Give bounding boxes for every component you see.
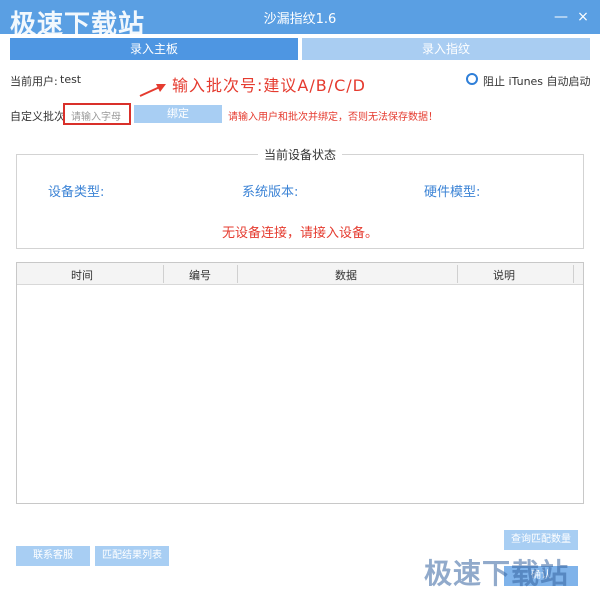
batch-input[interactable]: 请输入字母 <box>63 103 131 125</box>
column-header-time[interactable]: 时间 <box>71 267 93 283</box>
callout-arrow-icon <box>139 84 166 97</box>
device-status-title: 当前设备状态 <box>258 146 343 163</box>
bind-warning-text: 请输入用户和批次并绑定，否则无法保存数据！ <box>228 112 438 123</box>
hardware-model-label: 硬件模型: <box>424 185 481 200</box>
itunes-radio-button[interactable] <box>466 73 478 85</box>
title-bar: 极速下载站 沙漏指纹1.6 — × <box>0 0 600 40</box>
no-device-message: 无设备连接，请接入设备。 <box>221 226 378 241</box>
tab-enter-mainboard[interactable]: 录入主板 <box>10 38 298 60</box>
column-divider[interactable] <box>573 265 574 283</box>
contact-support-button[interactable]: 联系客服 <box>16 546 90 566</box>
data-table: 时间 编号 数据 说明 <box>16 262 584 504</box>
app-window: 极速下载站 沙漏指纹1.6 — × 录入主板 录入指纹 当前用户: test 输… <box>0 0 600 600</box>
window-title: 沙漏指纹1.6 <box>263 12 337 27</box>
close-button[interactable]: × <box>574 8 592 26</box>
device-type-label: 设备类型: <box>48 185 105 200</box>
watermark-text: 极速下载站 <box>424 557 570 590</box>
batch-callout-annotation: 输入批次号:建议A/B/C/D <box>172 76 366 95</box>
table-header: 时间 编号 数据 说明 <box>17 263 583 285</box>
batch-label: 自定义批次 <box>10 110 65 123</box>
column-divider[interactable] <box>237 265 238 283</box>
tab-enter-fingerprint[interactable]: 录入指纹 <box>302 38 590 60</box>
column-header-description[interactable]: 说明 <box>493 267 515 283</box>
column-divider[interactable] <box>457 265 458 283</box>
column-header-number[interactable]: 编号 <box>189 267 211 283</box>
match-result-list-button[interactable]: 匹配结果列表 <box>95 546 169 566</box>
column-divider[interactable] <box>163 265 164 283</box>
minimize-button[interactable]: — <box>552 8 570 26</box>
bind-button[interactable]: 绑定 <box>134 105 222 123</box>
current-user-label: 当前用户: <box>10 75 58 88</box>
system-version-label: 系统版本: <box>242 185 299 200</box>
itunes-radio-label[interactable]: 阻止 iTunes 自动启动 <box>483 73 591 89</box>
current-user-value: test <box>60 73 82 86</box>
query-match-count-button[interactable]: 查询匹配数量 <box>504 530 578 550</box>
column-header-data[interactable]: 数据 <box>335 267 357 283</box>
